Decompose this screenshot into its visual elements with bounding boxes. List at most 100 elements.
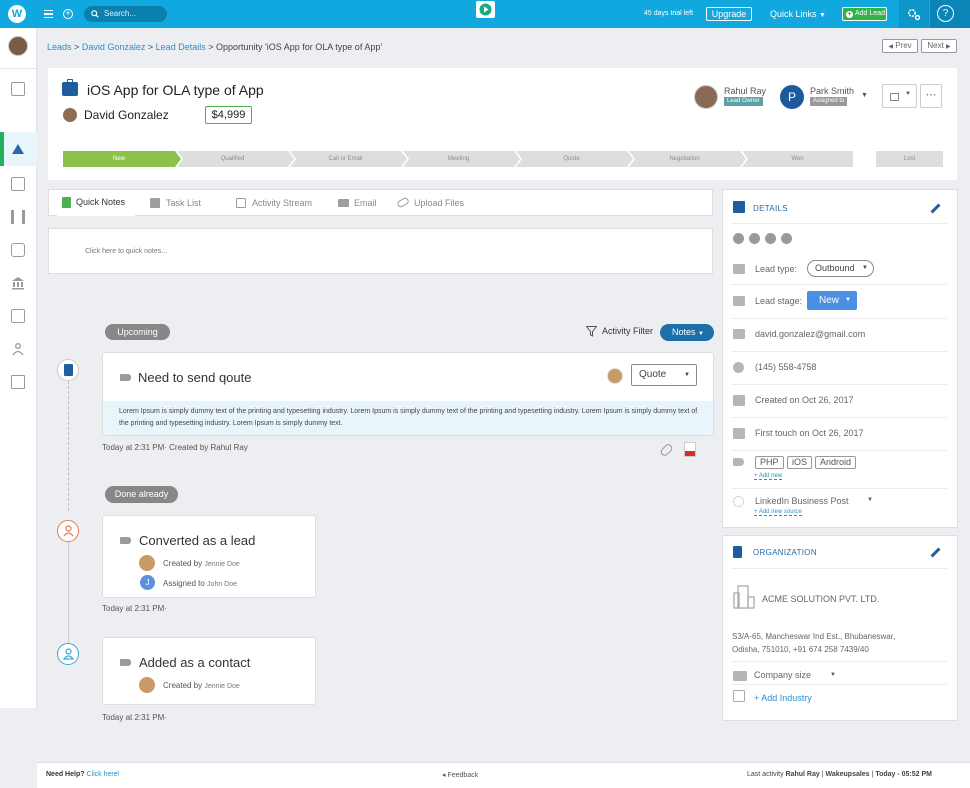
tab-upload-files[interactable]: Upload Files: [396, 196, 464, 209]
notes-filter-dropdown[interactable]: Notes ▼: [660, 324, 714, 341]
settings-button[interactable]: [899, 0, 929, 28]
footer: Need Help? Click here! ◂ Feedback Last a…: [37, 762, 970, 788]
accounts-icon[interactable]: [11, 177, 25, 191]
add-lead-button[interactable]: + Add Lead: [842, 7, 887, 21]
calendar-nav-icon[interactable]: [11, 243, 25, 257]
lead-stage-value: New: [819, 295, 840, 306]
add-industry-link[interactable]: + Add Industry: [754, 693, 812, 703]
details-panel: DETAILS Lead type: Outbound ▼ Lead stage…: [722, 189, 958, 528]
help-icon: ?: [937, 5, 954, 22]
skype-icon[interactable]: [733, 233, 744, 244]
caret-down-icon: ▼: [845, 297, 851, 303]
quote-select[interactable]: Quote ▼: [631, 364, 697, 386]
mail-nav-icon[interactable]: [11, 375, 25, 389]
breadcrumb-separator: >: [147, 42, 154, 52]
tab-activity-stream[interactable]: Activity Stream: [236, 198, 312, 208]
team-icon[interactable]: [11, 342, 25, 356]
creator-avatar: [139, 555, 155, 571]
lead-stage-label: Lead stage:: [755, 296, 803, 306]
activity-body-text: Lorem Ipsum is simply dummy text of the …: [119, 408, 698, 427]
twitter-icon[interactable]: [749, 233, 760, 244]
calendar-icon: [236, 198, 246, 208]
deal-amount[interactable]: $4,999: [205, 106, 252, 124]
tag-chip[interactable]: iOS: [787, 456, 813, 469]
last-activity: Last activity Rahul Ray | Wakeupsales | …: [747, 771, 932, 778]
company-size-label: Company size: [754, 670, 812, 680]
timeline-line-solid: [68, 542, 69, 645]
building-icon: [733, 546, 742, 558]
pipeline-stage-call[interactable]: Call or Email: [290, 151, 401, 167]
contact-name[interactable]: David Gonzalez: [84, 108, 169, 122]
notes-filter-value: Notes: [672, 327, 696, 337]
add-source-link[interactable]: + Add new source: [754, 509, 802, 516]
activity-title: Converted as a lead: [139, 533, 256, 548]
breadcrumb: Leads > David Gonzalez > Lead Details > …: [47, 42, 382, 52]
assignee-avatar: P: [780, 85, 804, 109]
people-icon: [733, 671, 747, 681]
assignee-badge: Assigned to: [810, 97, 848, 106]
leads-icon[interactable]: [11, 142, 25, 156]
tab-label: Email: [354, 198, 377, 208]
pdf-icon[interactable]: [684, 442, 696, 457]
next-button[interactable]: Next ▶: [921, 39, 957, 53]
tab-quick-notes[interactable]: Quick Notes: [62, 197, 125, 208]
pipeline-stage-lost[interactable]: Lost: [876, 151, 943, 167]
lead-stage-dropdown[interactable]: New ▼: [807, 291, 857, 310]
pipeline-icon[interactable]: [11, 210, 25, 224]
play-button[interactable]: [476, 1, 495, 18]
help-button[interactable]: ?: [930, 0, 970, 28]
menu-icon[interactable]: [44, 10, 53, 18]
owner-avatar: [694, 85, 718, 109]
help-link[interactable]: Click here!: [86, 771, 119, 778]
upgrade-button[interactable]: Upgrade: [706, 7, 752, 21]
source-dropdown-icon[interactable]: ▼: [867, 497, 873, 503]
divider: [731, 284, 947, 285]
facebook-icon[interactable]: [781, 233, 792, 244]
quick-links-menu[interactable]: Quick Links ▼: [770, 9, 826, 19]
company-size-dropdown-icon[interactable]: ▼: [830, 672, 836, 678]
tab-email[interactable]: Email: [338, 198, 377, 208]
email-value[interactable]: david.gonzalez@gmail.com: [755, 329, 865, 339]
edit-organization-icon[interactable]: [930, 547, 941, 558]
timeline-node-lead: [57, 520, 79, 542]
tag-chip[interactable]: PHP: [755, 456, 784, 469]
caret-down-icon: ▼: [862, 265, 868, 271]
quick-notes-input[interactable]: Click here to quick notes...: [48, 228, 713, 274]
app-logo[interactable]: W: [8, 5, 26, 23]
pipeline-stage-new[interactable]: New: [63, 151, 175, 167]
user-avatar[interactable]: [8, 36, 28, 56]
add-circle-icon[interactable]: +: [63, 9, 73, 19]
activity-filter[interactable]: Activity Filter: [586, 326, 653, 337]
tab-label: Activity Stream: [252, 198, 313, 208]
bank-icon[interactable]: [11, 276, 25, 290]
reports-icon[interactable]: [11, 309, 25, 323]
pipeline-stage-qualified[interactable]: Qualified: [177, 151, 288, 167]
pipeline-stage-quote[interactable]: Quote: [516, 151, 627, 167]
breadcrumb-lead-details[interactable]: Lead Details: [156, 42, 206, 52]
divider: [731, 318, 947, 319]
pipeline-stage-won[interactable]: Won: [742, 151, 853, 167]
need-help-label: Need Help?: [46, 771, 85, 778]
dashboard-icon[interactable]: [11, 82, 25, 96]
edit-details-icon[interactable]: [930, 203, 941, 214]
breadcrumb-contact[interactable]: David Gonzalez: [82, 42, 146, 52]
search-input[interactable]: Search...: [84, 6, 167, 22]
feedback-link[interactable]: ◂ Feedback: [442, 771, 478, 779]
pipeline-stage-meeting[interactable]: Meeting: [403, 151, 514, 167]
more-options-button[interactable]: ⋯: [920, 84, 942, 108]
phone-value[interactable]: (145) 558-4758: [755, 362, 817, 372]
pipeline-stage-negotiation[interactable]: Negotiation: [629, 151, 740, 167]
breadcrumb-leads[interactable]: Leads: [47, 42, 72, 52]
prev-button[interactable]: ◀ Prev: [882, 39, 918, 53]
lead-type-dropdown[interactable]: Outbound ▼: [807, 260, 874, 277]
attachment-icon[interactable]: [659, 442, 674, 458]
sidebar-divider: [0, 68, 37, 69]
calendar-dropdown-button[interactable]: ▼: [882, 84, 917, 108]
tag-icon: [120, 659, 131, 666]
assignee-dropdown-icon[interactable]: ▼: [861, 92, 868, 99]
add-tag-link[interactable]: + Add new: [754, 473, 783, 480]
linkedin-icon[interactable]: [765, 233, 776, 244]
tag-chip[interactable]: Android: [815, 456, 857, 469]
user-icon: [63, 525, 74, 537]
tab-task-list[interactable]: Task List: [150, 198, 201, 208]
